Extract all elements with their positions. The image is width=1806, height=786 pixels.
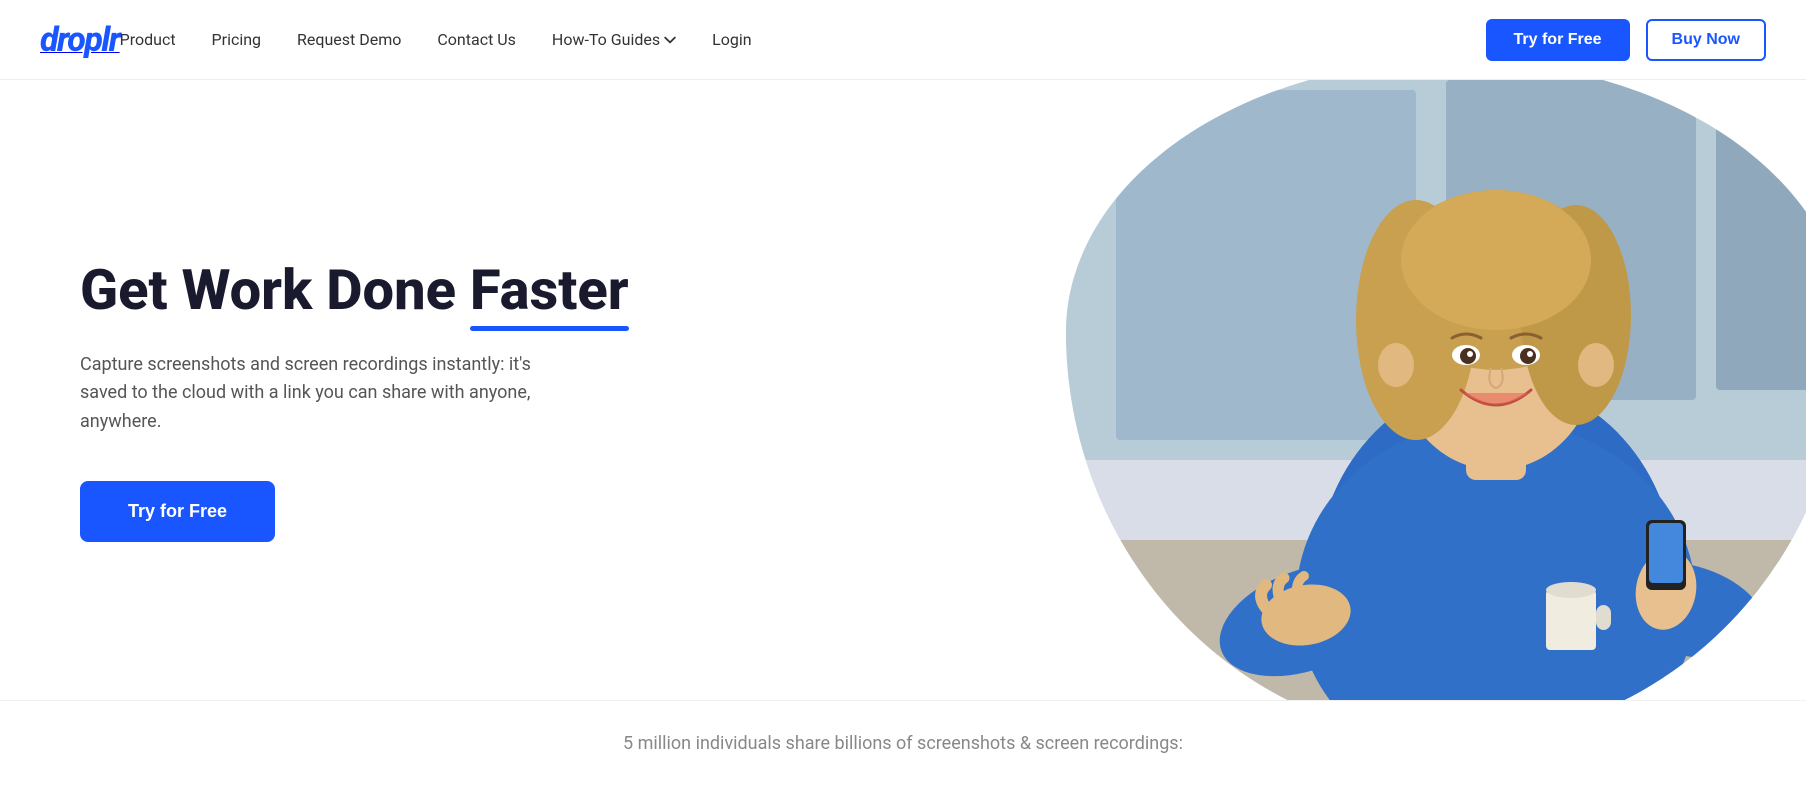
nav-request-demo[interactable]: Request Demo xyxy=(297,30,401,49)
hero-section: Get Work Done Faster Capture screenshots… xyxy=(0,80,1806,700)
nav-actions: Try for Free Buy Now xyxy=(1486,19,1766,61)
navbar: droplr Product Pricing Request Demo Cont… xyxy=(0,0,1806,80)
stats-text: 5 million individuals share billions of … xyxy=(80,733,1726,754)
nav-product[interactable]: Product xyxy=(120,30,176,49)
nav-pricing[interactable]: Pricing xyxy=(212,30,262,49)
stats-bar: 5 million individuals share billions of … xyxy=(0,700,1806,786)
nav-buy-now-button[interactable]: Buy Now xyxy=(1646,19,1766,61)
hero-try-free-button[interactable]: Try for Free xyxy=(80,481,275,542)
hero-content: Get Work Done Faster Capture screenshots… xyxy=(80,258,660,542)
nav-how-to-guides[interactable]: How-To Guides xyxy=(552,30,676,49)
nav-try-free-button[interactable]: Try for Free xyxy=(1486,19,1630,61)
nav-links: Product Pricing Request Demo Contact Us … xyxy=(120,30,1486,49)
hero-image-area xyxy=(813,80,1806,700)
chevron-down-icon xyxy=(664,34,676,46)
hero-blob xyxy=(1066,80,1806,700)
hero-subtitle: Capture screenshots and screen recording… xyxy=(80,351,560,437)
logo[interactable]: droplr xyxy=(40,20,120,60)
nav-contact-us[interactable]: Contact Us xyxy=(437,30,516,49)
nav-login[interactable]: Login xyxy=(712,30,751,49)
hero-illustration xyxy=(1066,80,1806,700)
hero-title: Get Work Done Faster xyxy=(80,258,660,322)
